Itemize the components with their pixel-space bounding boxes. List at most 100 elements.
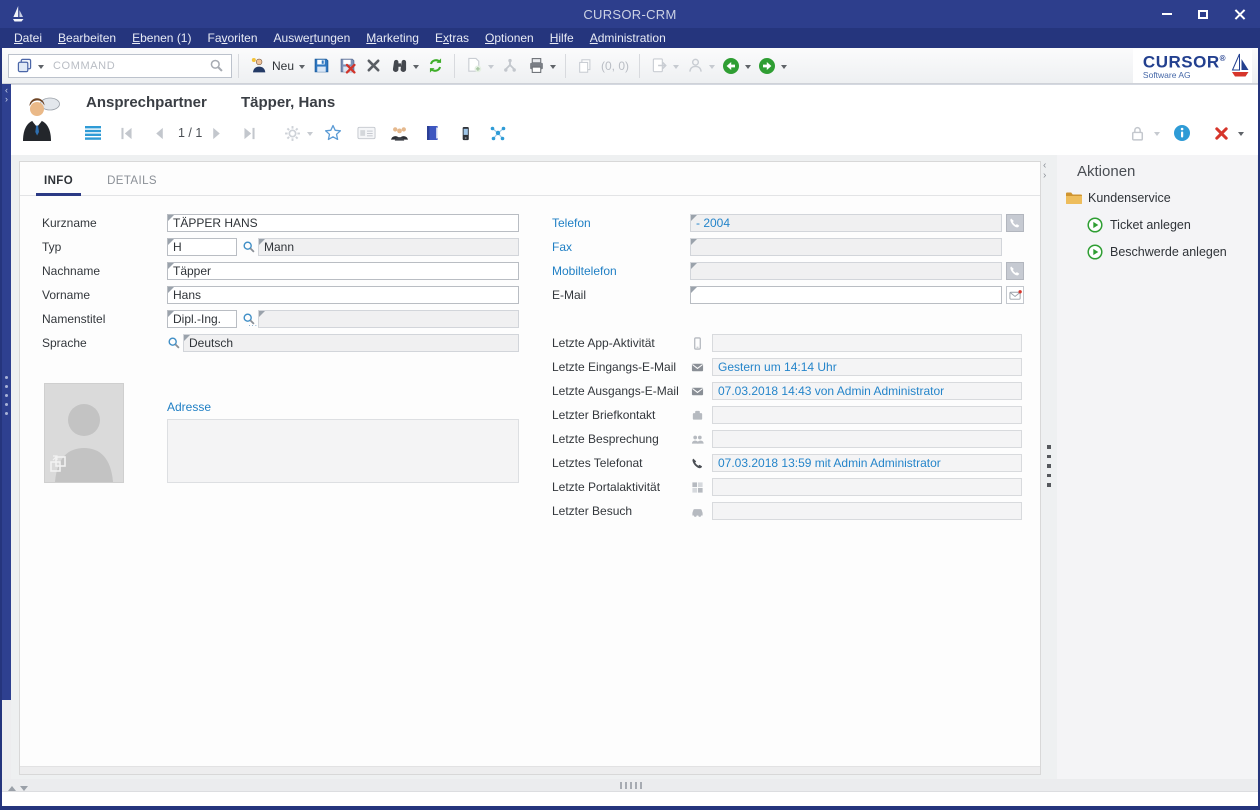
close-record-icon[interactable] bbox=[1211, 123, 1231, 143]
splitter-grip-icon[interactable] bbox=[1047, 445, 1051, 487]
nav-back-caret-icon[interactable] bbox=[745, 65, 751, 72]
tab-details[interactable]: DETAILS bbox=[103, 175, 161, 195]
panel-splitter[interactable]: ‹› bbox=[1041, 155, 1057, 779]
namenstitel-code-field[interactable] bbox=[167, 310, 237, 328]
menu-datei[interactable]: Datei bbox=[6, 31, 50, 45]
outgoing-mail-field[interactable]: 07.03.2018 14:43 von Admin Administrator bbox=[712, 382, 1022, 400]
close-button[interactable] bbox=[1224, 5, 1254, 23]
telefon-value[interactable]: - 2004 bbox=[696, 216, 730, 230]
mobile-phone-icon[interactable] bbox=[455, 123, 475, 143]
telefon-label[interactable]: Telefon bbox=[552, 216, 591, 230]
workflow-caret-icon[interactable] bbox=[307, 132, 313, 139]
left-panel-strip-blue[interactable]: ‹› bbox=[2, 84, 11, 700]
fax-field bbox=[690, 238, 1002, 256]
address-book-icon[interactable] bbox=[422, 123, 442, 143]
command-scope-caret-icon[interactable] bbox=[38, 65, 44, 72]
relations-icon[interactable] bbox=[488, 123, 508, 143]
nav-forward-caret-icon[interactable] bbox=[781, 65, 787, 72]
record-name: Täpper, Hans bbox=[241, 94, 335, 111]
form-row: E-Mail bbox=[20, 286, 1040, 305]
find-button[interactable] bbox=[386, 55, 412, 77]
new-document-button[interactable] bbox=[461, 55, 487, 77]
menu-marketing[interactable]: Marketing bbox=[358, 31, 427, 45]
lock-caret-icon[interactable] bbox=[1154, 132, 1160, 139]
lock-icon[interactable] bbox=[1127, 123, 1147, 143]
horizontal-scrollbar[interactable] bbox=[20, 766, 1040, 774]
nav-last-icon[interactable] bbox=[239, 123, 259, 143]
namenstitel-lookup-icon[interactable]: ... bbox=[241, 311, 256, 327]
telefon-field[interactable]: - 2004 bbox=[690, 214, 1002, 232]
bottom-splitter-bar[interactable] bbox=[2, 779, 1258, 791]
record-menu-icon[interactable] bbox=[83, 123, 103, 143]
dial-icon bbox=[1009, 217, 1021, 229]
window-edge-bottom bbox=[0, 806, 1260, 810]
discard-button[interactable] bbox=[334, 55, 360, 77]
new-button[interactable]: Neu bbox=[245, 55, 298, 77]
phone-call-field[interactable]: 07.03.2018 13:59 mit Admin Administrator bbox=[712, 454, 1022, 472]
menu-hilfe[interactable]: Hilfe bbox=[542, 31, 582, 45]
menu-administration[interactable]: Administration bbox=[582, 31, 674, 45]
menu-optionen[interactable]: Optionen bbox=[477, 31, 542, 45]
print-caret-icon[interactable] bbox=[550, 65, 556, 72]
command-box[interactable] bbox=[8, 54, 232, 78]
business-card-icon[interactable] bbox=[356, 123, 376, 143]
incoming-mail-field[interactable]: Gestern um 14:14 Uhr bbox=[712, 358, 1022, 376]
app-activity-field bbox=[712, 334, 1022, 352]
new-caret-icon[interactable] bbox=[299, 65, 305, 72]
left-panel-expand-icon[interactable]: ‹› bbox=[2, 86, 11, 104]
menu-auswertungen[interactable]: Auswertungen bbox=[266, 31, 359, 45]
logo-sailboat-icon bbox=[1230, 52, 1250, 80]
dial-mobil-button[interactable] bbox=[1006, 262, 1024, 280]
bottom-grip-icon[interactable] bbox=[620, 782, 642, 789]
left-panel-strip[interactable]: ‹› bbox=[2, 84, 11, 779]
minimize-button[interactable] bbox=[1152, 5, 1182, 23]
tab-info[interactable]: INFO bbox=[40, 175, 77, 195]
menu-ebenen[interactable]: Ebenen (1) bbox=[124, 31, 199, 45]
user-button[interactable] bbox=[682, 55, 708, 77]
export-caret-icon[interactable] bbox=[673, 65, 679, 72]
action-beschwerde-anlegen[interactable]: Beschwerde anlegen bbox=[1087, 244, 1227, 260]
refresh-button[interactable] bbox=[422, 55, 448, 77]
close-record-caret-icon[interactable] bbox=[1238, 132, 1244, 139]
assign-button[interactable] bbox=[497, 55, 523, 77]
command-input[interactable] bbox=[51, 59, 203, 73]
print-button[interactable] bbox=[523, 55, 549, 77]
dial-telefon-button[interactable] bbox=[1006, 214, 1024, 232]
workflow-gear-icon[interactable] bbox=[282, 123, 302, 143]
menu-bearbeiten[interactable]: Bearbeiten bbox=[50, 31, 124, 45]
actions-group-kundenservice[interactable]: Kundenservice bbox=[1065, 191, 1171, 205]
app-logo-icon bbox=[10, 5, 26, 23]
fax-label[interactable]: Fax bbox=[552, 240, 572, 254]
contact-group-icon[interactable] bbox=[389, 123, 409, 143]
nav-forward-button[interactable] bbox=[754, 55, 780, 77]
email-field[interactable] bbox=[690, 286, 1002, 304]
nav-back-button[interactable] bbox=[718, 55, 744, 77]
action-ticket-anlegen[interactable]: Ticket anlegen bbox=[1087, 217, 1191, 233]
nav-first-icon[interactable] bbox=[116, 123, 136, 143]
entity-title: Ansprechpartner bbox=[86, 94, 207, 111]
favorite-star-icon[interactable] bbox=[323, 123, 343, 143]
find-icon bbox=[390, 57, 408, 75]
mobiltelefon-label[interactable]: Mobiltelefon bbox=[552, 264, 617, 278]
portal-icon bbox=[690, 480, 705, 495]
nav-prev-icon[interactable] bbox=[149, 123, 169, 143]
nav-next-icon[interactable] bbox=[206, 123, 226, 143]
send-email-button[interactable] bbox=[1006, 286, 1024, 304]
new-document-caret-icon[interactable] bbox=[488, 65, 494, 72]
export-button[interactable] bbox=[646, 55, 672, 77]
email-input[interactable] bbox=[696, 288, 996, 302]
namenstitel-code-input[interactable] bbox=[173, 312, 231, 326]
left-strip-grip-icon[interactable] bbox=[5, 376, 8, 415]
menu-favoriten[interactable]: Favoriten bbox=[199, 31, 265, 45]
info-icon[interactable] bbox=[1172, 123, 1192, 143]
user-caret-icon[interactable] bbox=[709, 65, 715, 72]
save-button[interactable] bbox=[308, 55, 334, 77]
find-caret-icon[interactable] bbox=[413, 65, 419, 72]
delete-button[interactable] bbox=[360, 55, 386, 77]
command-search-icon[interactable] bbox=[207, 57, 225, 75]
visit-label: Letzter Besuch bbox=[552, 504, 632, 518]
command-scope-icon[interactable] bbox=[15, 57, 33, 75]
maximize-button[interactable] bbox=[1188, 5, 1218, 23]
panel-collapse-icon[interactable]: ‹› bbox=[1043, 161, 1046, 181]
menu-extras[interactable]: Extras bbox=[427, 31, 477, 45]
